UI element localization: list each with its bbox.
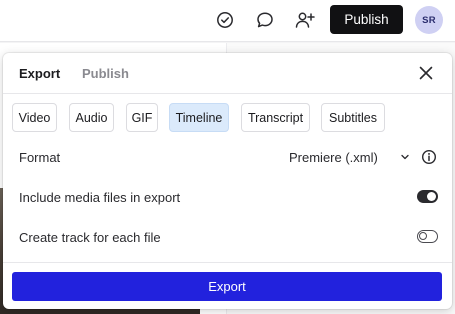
dialog-header: Export Publish — [3, 53, 452, 94]
create-track-toggle[interactable] — [417, 230, 438, 243]
avatar[interactable]: SR — [415, 6, 443, 34]
info-icon[interactable] — [421, 149, 437, 165]
format-tab-video[interactable]: Video — [12, 103, 57, 132]
export-dialog: Export Publish Video Audio GIF Timeline … — [3, 53, 452, 309]
toggle-knob — [419, 232, 427, 240]
format-tab-transcript[interactable]: Transcript — [241, 103, 310, 132]
top-bar: Publish SR — [0, 0, 455, 42]
check-circle-icon[interactable] — [214, 9, 236, 31]
include-media-row: Include media files in export — [19, 187, 439, 207]
chevron-down-icon[interactable] — [399, 151, 411, 163]
footer-divider — [3, 262, 452, 263]
tab-export[interactable]: Export — [19, 66, 60, 81]
toggle-knob — [427, 192, 436, 201]
publish-button[interactable]: Publish — [330, 5, 403, 34]
format-select[interactable]: Premiere (.xml) — [289, 150, 378, 165]
close-icon[interactable] — [417, 64, 435, 82]
create-track-row: Create track for each file — [19, 227, 439, 247]
format-tab-timeline[interactable]: Timeline — [169, 103, 229, 132]
include-media-toggle[interactable] — [417, 190, 438, 203]
format-label: Format — [19, 150, 61, 165]
format-tab-subtitles[interactable]: Subtitles — [321, 103, 385, 132]
format-tab-audio[interactable]: Audio — [69, 103, 114, 132]
tab-publish[interactable]: Publish — [82, 66, 129, 81]
create-track-label: Create track for each file — [19, 230, 161, 245]
add-person-icon[interactable] — [294, 9, 316, 31]
format-tab-gif[interactable]: GIF — [126, 103, 158, 132]
export-button[interactable]: Export — [12, 272, 442, 301]
format-row: Format Premiere (.xml) — [19, 147, 439, 167]
include-media-label: Include media files in export — [19, 190, 181, 205]
comment-icon[interactable] — [254, 9, 276, 31]
